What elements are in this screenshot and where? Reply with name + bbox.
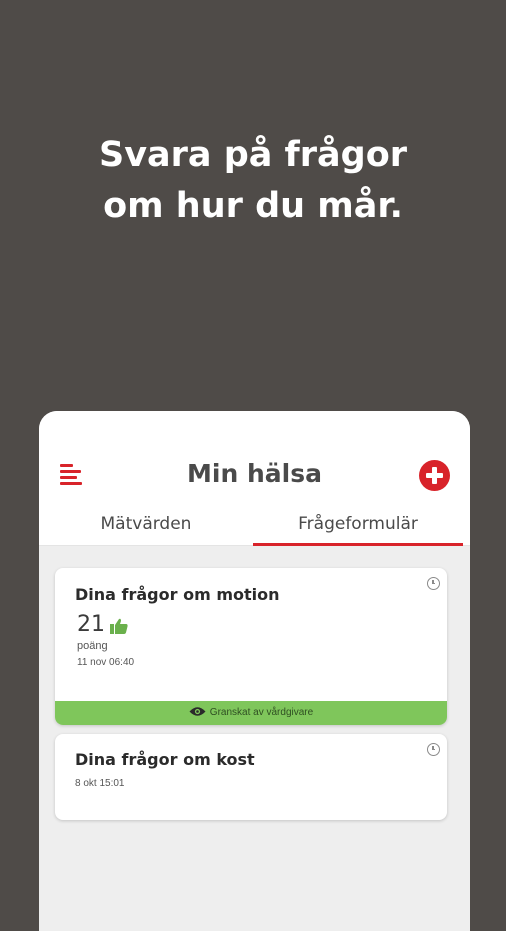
clock-icon [427,577,440,590]
promo-headline-line-1: Svara på frågor [98,135,408,175]
score-value: 21 [77,612,105,637]
eye-icon [189,707,206,716]
tab-bar: Mätvärden Frågeformulär [39,508,470,546]
thumbs-up-icon [110,618,128,634]
score-label: poäng [77,640,108,652]
card-timestamp: 11 nov 06:40 [77,657,135,668]
promo-headline-line-2: om hur du mår. [103,186,403,226]
add-button[interactable] [419,460,450,491]
card-title: Dina frågor om motion [75,585,280,604]
tab-matvarden[interactable]: Mätvärden [39,508,253,546]
questionnaire-card-kost[interactable]: Dina frågor om kost 8 okt 15:01 [55,734,447,820]
promo-headline: Svara på frågor om hur du mår. [0,130,506,232]
questionnaire-card-motion[interactable]: Dina frågor om motion 21 poäng 11 nov 06… [55,568,447,725]
review-status-bar: Granskat av vårdgivare [55,701,447,725]
review-status-label: Granskat av vårdgivare [209,707,314,718]
page-title: Min hälsa [187,459,322,488]
phone-screen: Min hälsa Mätvärden Frågeformulär Dina f… [39,411,470,931]
card-timestamp: 8 okt 15:01 [75,778,125,789]
card-title: Dina frågor om kost [75,750,255,769]
questionnaire-list: Dina frågor om motion 21 poäng 11 nov 06… [39,546,470,931]
tab-frageformular[interactable]: Frågeformulär [253,508,463,546]
app-bar: Min hälsa Mätvärden Frågeformulär [39,411,470,546]
clock-icon [427,743,440,756]
